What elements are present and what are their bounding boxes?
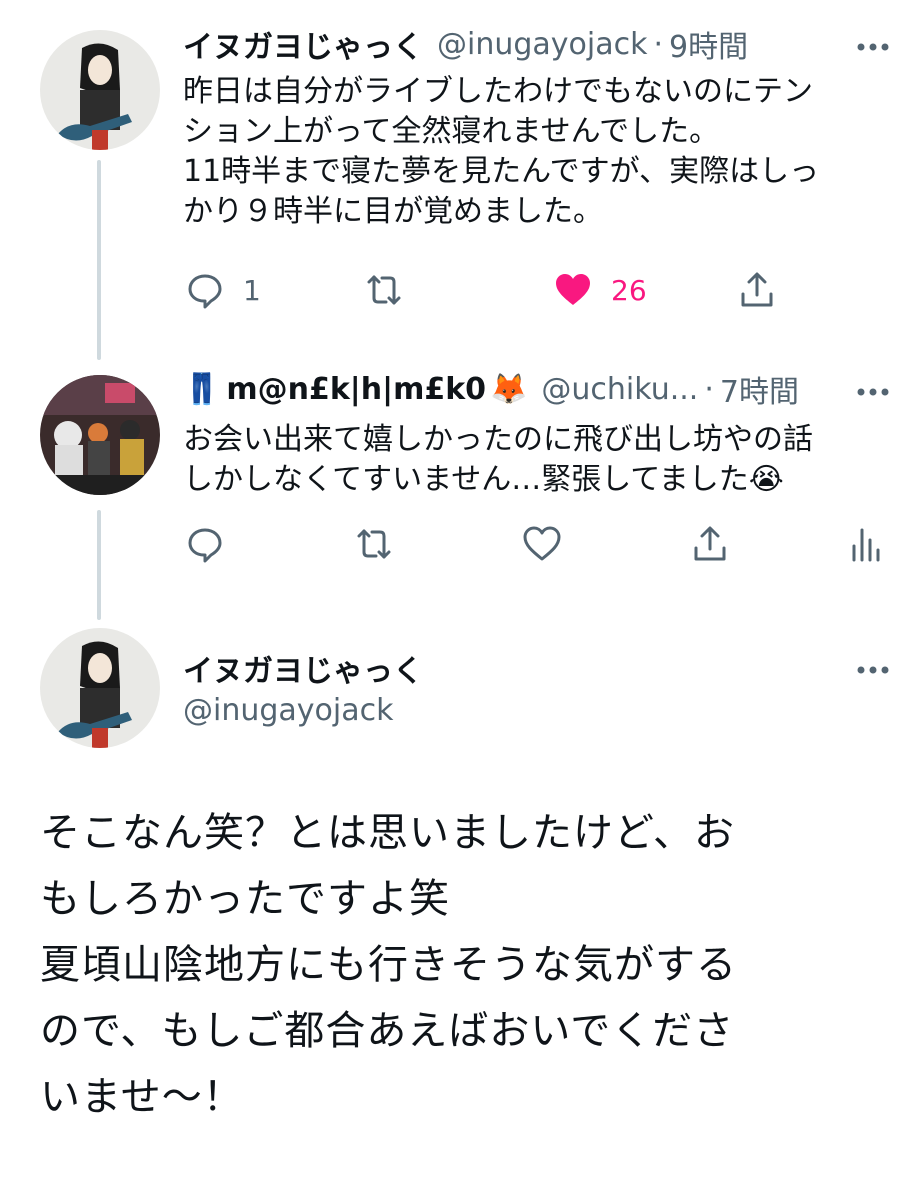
- tweet-text: 昨日は自分がライブしたわけでもないのにテン ション上がって全然寝れませんでした。…: [183, 72, 819, 232]
- tweet-text-line: お会い出来て嬉しかったのに飛び出し坊やの話: [183, 422, 813, 457]
- avatar[interactable]: [40, 30, 160, 150]
- retweet-button[interactable]: [364, 268, 404, 312]
- reply-icon: [185, 524, 225, 564]
- tweet-header: イヌガヨじゃっく @inugayojack · 9時間: [183, 22, 748, 66]
- tweet-text: そこなん笑？とは思いましたけど、お もしろかったですよ笑 夏頃山陰地方にも行きそ…: [40, 800, 737, 1130]
- tweet-text: お会い出来て嬉しかったのに飛び出し坊やの話 しかしなくてすいません…緊張してまし…: [183, 420, 813, 500]
- thread-line-2: [97, 510, 101, 620]
- retweet-button[interactable]: [354, 522, 394, 566]
- like-button[interactable]: 26: [553, 268, 647, 312]
- display-name[interactable]: イヌガヨじゃっく: [183, 646, 423, 690]
- tweet-text-line: ので、もしご都合あえばおいでくださ: [40, 1008, 735, 1054]
- separator-dot: ·: [653, 26, 664, 62]
- tweet-header: 👖 m@n£k|h|m£k0 🦊 @uchiku... · 7時間: [183, 367, 799, 411]
- tweet-text-line: ション上がって全然寝れませんでした。: [183, 114, 720, 149]
- heart-icon: [522, 524, 562, 564]
- name-emoji-jeans: 👖: [183, 371, 221, 407]
- retweet-icon: [364, 270, 404, 310]
- like-count: 26: [611, 273, 647, 307]
- reply-icon: [185, 270, 225, 310]
- tweet-text-line: 昨日は自分がライブしたわけでもないのにテン: [183, 74, 813, 109]
- reply-button[interactable]: 1: [185, 268, 261, 312]
- tweet-text-line: 夏頃山陰地方にも行きそうな気がする: [40, 942, 737, 988]
- tweet-text-line: 11時半まで寝た夢を見たんですが、実際はしっ: [183, 154, 820, 189]
- share-button[interactable]: [690, 522, 730, 566]
- heart-icon: [553, 270, 593, 310]
- tweet-text-line: もしろかったですよ笑: [40, 876, 450, 922]
- timestamp[interactable]: 7時間: [720, 367, 799, 411]
- tweet-header: イヌガヨじゃっく: [183, 646, 423, 690]
- avatar[interactable]: [40, 375, 160, 495]
- thread-line-1: [97, 160, 101, 360]
- tweet-text-line: いませ〜！: [40, 1074, 244, 1120]
- tweet-text-line: しかしなくてすいません…緊張してました😭: [183, 462, 784, 497]
- tweet-text-line: かり９時半に目が覚めました。: [183, 194, 603, 229]
- more-icon[interactable]: [853, 27, 893, 67]
- like-button[interactable]: [522, 522, 562, 566]
- retweet-icon: [354, 524, 394, 564]
- reply-count: 1: [243, 273, 261, 307]
- user-handle[interactable]: @inugayojack: [437, 27, 647, 62]
- share-icon: [690, 524, 730, 564]
- avatar[interactable]: [40, 628, 160, 748]
- more-icon[interactable]: [853, 650, 893, 690]
- display-name[interactable]: m@n£k|h|m£k0: [226, 372, 486, 407]
- name-emoji-fox: 🦊: [490, 371, 528, 407]
- share-button[interactable]: [737, 268, 777, 312]
- tweet-header-handle: @inugayojack: [183, 690, 393, 730]
- user-handle[interactable]: @inugayojack: [183, 693, 393, 728]
- analytics-button[interactable]: [846, 522, 886, 566]
- reply-button[interactable]: [185, 522, 225, 566]
- display-name[interactable]: イヌガヨじゃっく: [183, 22, 423, 66]
- separator-dot: ·: [704, 371, 714, 407]
- share-icon: [737, 270, 777, 310]
- timestamp[interactable]: 9時間: [669, 22, 748, 66]
- user-handle[interactable]: @uchiku...: [541, 372, 698, 407]
- analytics-icon: [846, 524, 886, 564]
- tweet-text-line: そこなん笑？とは思いましたけど、お: [40, 810, 735, 856]
- more-icon[interactable]: [853, 372, 893, 412]
